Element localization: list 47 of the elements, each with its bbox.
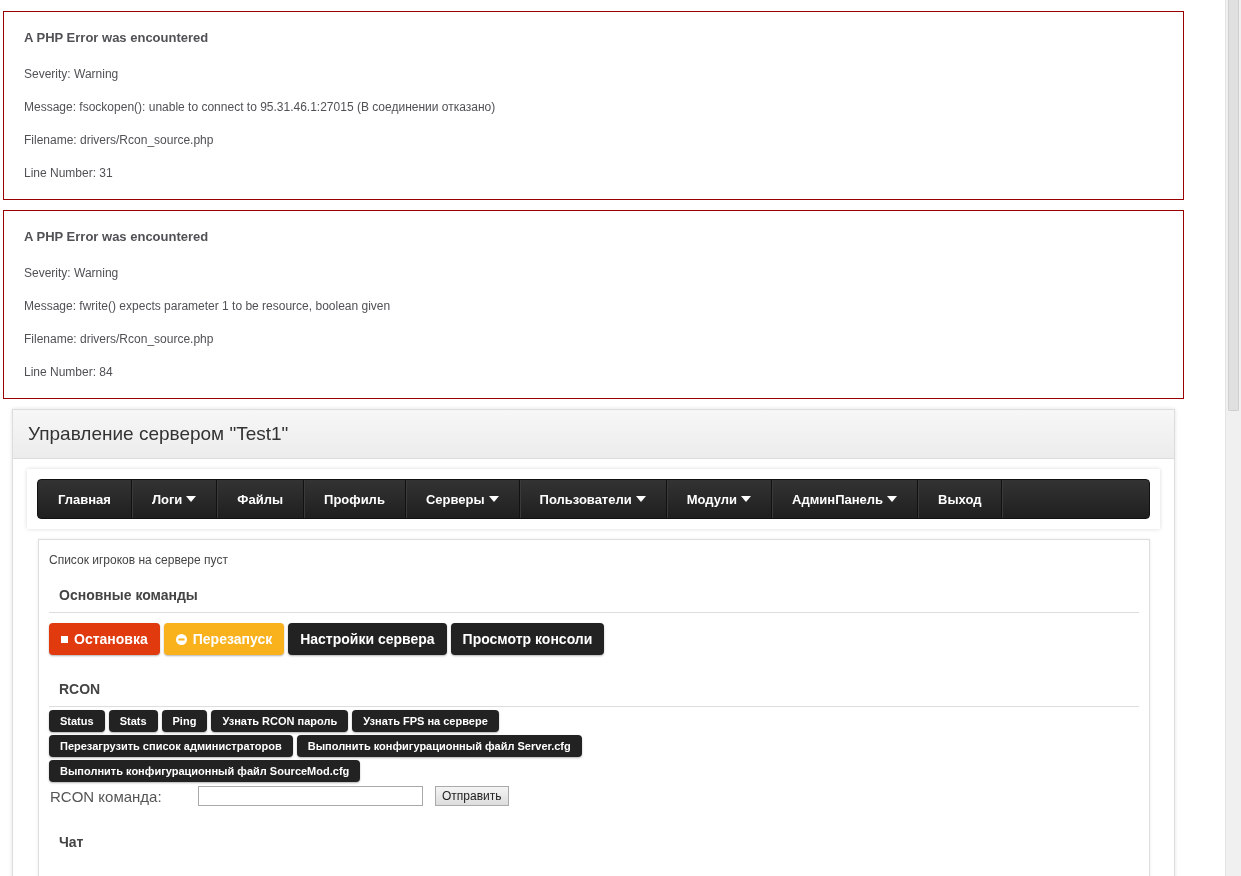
rcon-button[interactable]: Выполнить конфигурационный файл SourceMod.cfg [49, 760, 361, 782]
error-detail: Severity: Warning [24, 266, 120, 280]
command-button[interactable]: Просмотр консоли [450, 623, 605, 655]
nav-item[interactable]: Модули [666, 480, 773, 518]
rcon-button[interactable]: Узнать FPS на сервере [352, 710, 499, 732]
error-detail: Filename: drivers/Rcon_source.php [24, 332, 215, 346]
caret-icon [741, 496, 752, 502]
caret-icon [887, 496, 898, 502]
panel-title: Управление сервером "Test1" [13, 410, 1174, 459]
nav-item[interactable]: Профиль [304, 480, 406, 518]
rcon-button[interactable]: Выполнить конфигурационный файл Server.cfg [296, 735, 582, 757]
error-detail: Line Number: 31 [24, 166, 114, 180]
minus-circle-icon [175, 633, 187, 645]
send-button[interactable]: Отправить [435, 786, 509, 806]
command-button[interactable]: Остановка [49, 623, 160, 655]
nav-item[interactable]: Пользователи [519, 480, 667, 518]
rcon-button[interactable]: Ping [161, 710, 208, 732]
section-heading: RCON [49, 681, 1139, 707]
rcon-button[interactable]: Перезагрузить список администраторов [49, 735, 293, 757]
error-title: A PHP Error was encountered [24, 229, 210, 245]
error-title: A PHP Error was encountered [24, 30, 210, 46]
error-detail: Filename: drivers/Rcon_source.php [24, 133, 215, 147]
nav-item[interactable]: Главная [38, 480, 132, 518]
nav-item[interactable]: Выход [918, 480, 1003, 518]
error-detail: Message: fwrite() expects parameter 1 to be resource, boolean given [24, 299, 392, 313]
nav-item[interactable]: АдминПанель [772, 480, 919, 518]
scrollbar-thumb[interactable] [1228, 0, 1239, 411]
command-button[interactable]: Настройки сервера [288, 623, 447, 655]
stop-icon [61, 635, 68, 643]
player-list-status: Список игроков на сервере пуст [49, 553, 229, 567]
section-heading: Основные команды [49, 587, 1139, 613]
section-heading: Чат [58, 834, 85, 852]
error-detail: Message: fsockopen(): unable to connect to 95.31.46.1:27015 (В соединении отказано) [24, 100, 497, 114]
error-detail: Line Number: 84 [24, 365, 114, 379]
caret-icon [635, 496, 646, 502]
rcon-command-label: RCON команда: [50, 787, 163, 805]
rcon-button[interactable]: Узнать RCON пароль [211, 710, 349, 732]
rcon-button[interactable]: Status [49, 710, 105, 732]
caret-icon [186, 496, 197, 502]
nav-item[interactable]: Файлы [217, 480, 305, 518]
rcon-button[interactable]: Stats [108, 710, 158, 732]
caret-icon [488, 496, 499, 502]
rcon-command-field[interactable] [198, 786, 423, 806]
error-detail: Severity: Warning [24, 67, 120, 81]
nav-item[interactable]: Серверы [405, 480, 520, 518]
nav-item[interactable]: Логи [131, 480, 218, 518]
scrollbar[interactable] [1225, 0, 1241, 876]
